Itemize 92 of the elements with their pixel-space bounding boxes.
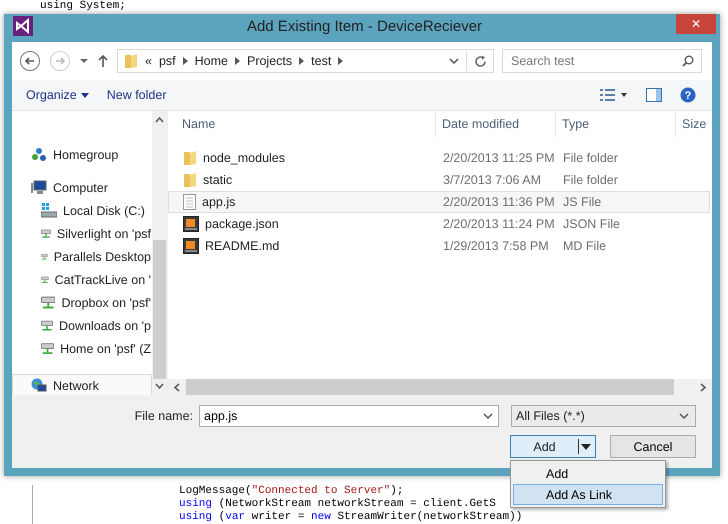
menu-item[interactable]: Add — [513, 463, 663, 484]
file-name-field[interactable]: app.js — [199, 405, 499, 427]
window-title: Add Existing Item - DeviceReciever — [246, 18, 482, 34]
code-line: LogMessage("Connected to Server"); — [179, 485, 404, 498]
dropdown-caret-icon[interactable] — [581, 444, 591, 450]
refresh-icon[interactable] — [474, 54, 487, 68]
date-cell-text: 2/20/2013 11:24 PM — [442, 217, 556, 231]
homegroup-icon — [31, 146, 47, 162]
nav-item[interactable]: Downloads on 'p — [12, 314, 152, 337]
date-cell-text: 2/20/2013 11:36 PM — [442, 195, 556, 209]
file-name-label: File name: — [134, 409, 193, 423]
date-cell-text: 3/7/2013 7:06 AM — [442, 173, 542, 187]
file-row[interactable]: README.md 1/29/2013 7:58 PM MD File — [168, 235, 710, 257]
search-icon — [682, 55, 694, 67]
document-icon — [183, 194, 196, 210]
file-row[interactable]: static 3/7/2013 7:06 AM File folder — [168, 169, 710, 191]
dropdown-caret-icon[interactable] — [80, 92, 89, 98]
breadcrumb[interactable]: Projects — [246, 54, 292, 68]
address-bar[interactable]: « psf Home Projects test — [117, 49, 494, 73]
file-app-icon — [183, 216, 199, 232]
breadcrumb[interactable]: test — [311, 54, 332, 68]
nav-item[interactable]: Network — [12, 374, 152, 395]
column-header[interactable]: Size — [676, 111, 706, 137]
dropdown-caret-icon[interactable] — [449, 58, 459, 64]
code-line: using (NetworkStream networkStream = client.GetS — [179, 498, 496, 511]
add-split-button[interactable]: Add — [510, 435, 596, 458]
add-button[interactable]: Add — [511, 440, 578, 454]
nav-item[interactable]: Home on 'psf' (Z — [12, 337, 152, 360]
file-type-dropdown[interactable]: All Files (*.*) — [511, 405, 696, 427]
scroll-up-icon[interactable] — [155, 117, 164, 123]
preview-pane-icon[interactable] — [646, 88, 662, 102]
column-header[interactable]: Type — [556, 111, 676, 137]
view-options-icon[interactable] — [600, 89, 628, 101]
nav-item[interactable]: Local Disk (C:) — [12, 199, 152, 222]
file-row[interactable]: node_modules 2/20/2013 11:25 PM File folder — [168, 147, 710, 169]
nav-item[interactable]: Parallels Desktop — [12, 245, 152, 268]
chevron-icon[interactable] — [234, 57, 240, 65]
folder-icon — [183, 172, 197, 188]
nav-item[interactable]: Homegroup — [12, 143, 152, 166]
network-drive-icon — [41, 294, 56, 310]
drive-icon — [41, 202, 57, 218]
menu-item[interactable]: Add As Link — [513, 484, 663, 505]
folder-icon — [183, 150, 197, 166]
chevron-icon[interactable] — [182, 57, 188, 65]
scrollbar-thumb[interactable] — [153, 240, 166, 379]
type-cell-text: JSON File — [562, 217, 621, 231]
computer-icon — [31, 180, 47, 196]
help-icon[interactable]: ? — [680, 87, 696, 103]
overflow-chevron[interactable]: « — [145, 54, 152, 68]
file-name: node_modules — [203, 151, 286, 165]
file-name: app.js — [202, 195, 236, 209]
organize-menu-button[interactable]: Organize — [26, 88, 77, 102]
file-name: static — [203, 173, 232, 187]
scroll-right-icon[interactable] — [700, 382, 706, 392]
type-cell-text: JS File — [562, 195, 602, 209]
nav-item[interactable]: CatTrackLive on ' — [12, 268, 152, 291]
chevron-icon[interactable] — [338, 57, 344, 65]
file-name: README.md — [205, 239, 280, 253]
column-header[interactable]: Date modified — [436, 111, 556, 137]
breadcrumb[interactable]: psf — [158, 54, 176, 68]
network-drive-icon — [41, 340, 54, 356]
date-cell-text: 1/29/2013 7:58 PM — [442, 239, 550, 253]
nav-item[interactable]: Silverlight on 'psf — [12, 222, 152, 245]
file-row[interactable]: package.json 2/20/2013 11:24 PM JSON File — [168, 213, 710, 235]
folder-icon — [124, 53, 138, 69]
file-name: package.json — [205, 217, 279, 231]
scroll-down-icon[interactable] — [155, 383, 164, 389]
type-cell-text: File folder — [562, 173, 619, 187]
column-header[interactable]: Name — [168, 111, 436, 137]
nav-item[interactable]: Computer — [12, 176, 152, 199]
up-arrow-icon[interactable] — [97, 54, 109, 68]
date-cell-text: 2/20/2013 11:25 PM — [442, 151, 556, 165]
dropdown-caret-icon — [483, 413, 493, 419]
breadcrumb[interactable]: Home — [194, 54, 228, 68]
new-folder-button[interactable]: New folder — [106, 88, 166, 102]
file-app-icon — [183, 238, 199, 254]
close-button[interactable]: ✕ — [676, 14, 716, 34]
file-row[interactable]: app.js 2/20/2013 11:36 PM JS File — [168, 191, 710, 213]
scroll-left-icon[interactable] — [174, 382, 180, 392]
type-cell-text: File folder — [562, 151, 619, 165]
code-line: using (var writer = new StreamWriter(networkStream)) — [179, 511, 522, 524]
cancel-button[interactable]: Cancel — [610, 435, 696, 458]
dropdown-caret-icon — [679, 413, 689, 419]
type-cell-text: MD File — [562, 239, 608, 253]
back-icon[interactable] — [19, 50, 41, 72]
search-field[interactable]: Search test — [502, 49, 702, 73]
app-logo-icon — [13, 16, 33, 36]
code-line: using System; — [39, 0, 126, 13]
network-icon — [31, 378, 47, 394]
scrollbar-thumb[interactable] — [186, 379, 674, 395]
nav-item[interactable]: Dropbox on 'psf' — [12, 291, 152, 314]
chevron-icon[interactable] — [299, 57, 304, 65]
